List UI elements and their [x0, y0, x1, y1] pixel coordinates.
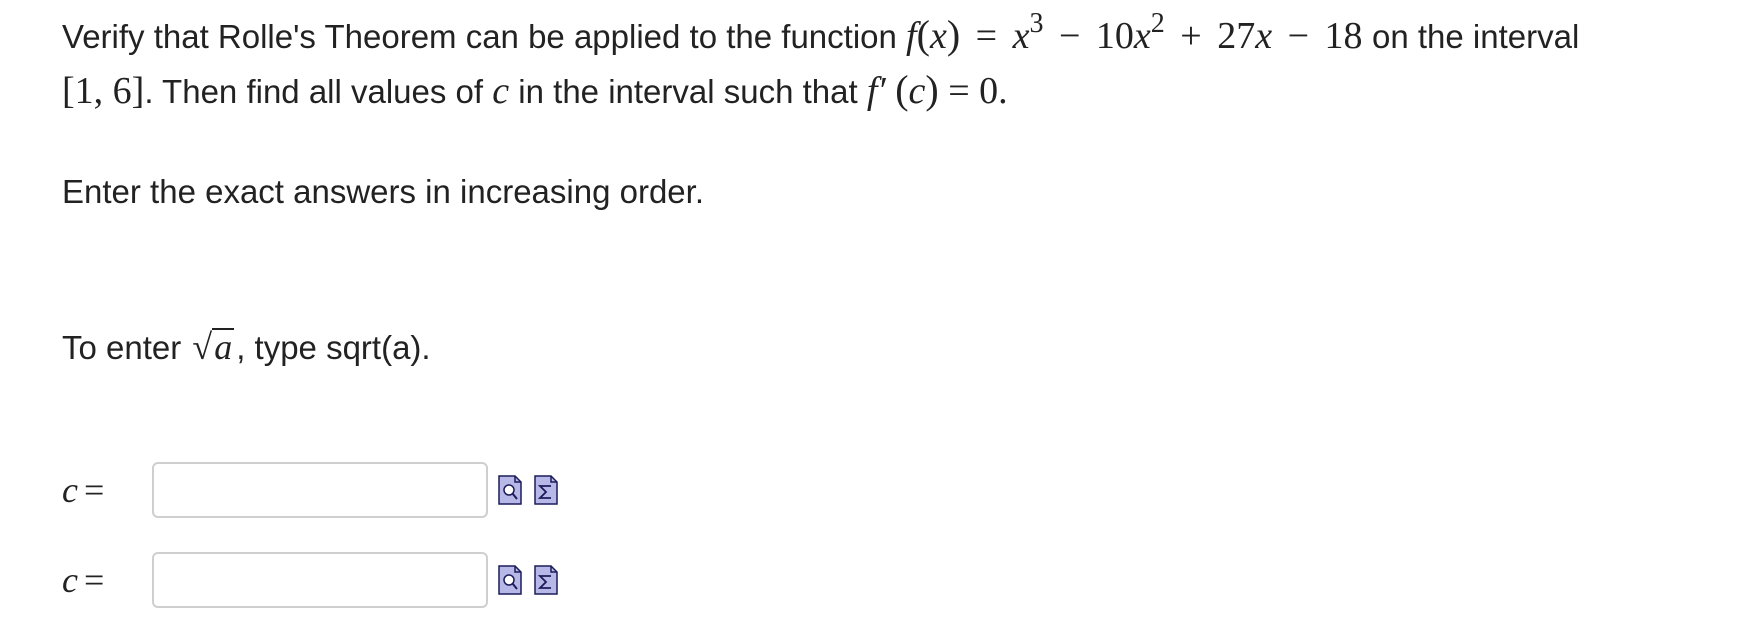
sqrt-variable: a — [212, 327, 235, 367]
sqrt-instruction: To enter √a, type sqrt(a). — [62, 325, 431, 370]
equation-editor-icon[interactable] — [534, 565, 558, 595]
derivative-equals-zero: = 0. — [948, 70, 1008, 112]
constant-term: 18 — [1324, 15, 1363, 57]
problem-statement: Verify that Rolle's Theorem can be appli… — [62, 8, 1752, 118]
function-argument: x — [929, 15, 947, 57]
minus-sign: − — [1058, 15, 1081, 57]
answer-label-2: c = — [62, 560, 105, 600]
term2-coefficient: 10 — [1095, 15, 1134, 57]
variable-c: c — [492, 70, 510, 112]
equation-editor-icon[interactable] — [534, 475, 558, 505]
preview-icon[interactable] — [498, 565, 522, 595]
derivative-name: f′ — [866, 70, 886, 112]
term3-base: x — [1255, 15, 1273, 57]
sqrt-instruction-suffix: , type sqrt(a). — [236, 329, 431, 366]
problem-text-then: . Then find all values of — [144, 73, 484, 110]
problem-line-2: [1, 6]. Then find all values of c in the… — [62, 63, 1752, 118]
term2-exponent: 2 — [1150, 8, 1165, 39]
derivative-expression: f′ (c) = 0. — [866, 67, 1008, 112]
answer-row-1: c = — [62, 460, 558, 520]
term1-exponent: 3 — [1029, 8, 1044, 39]
order-instruction: Enter the exact answers in increasing or… — [62, 173, 705, 210]
equals-sign: = — [975, 15, 998, 57]
problem-text-intro: Verify that Rolle's Theorem can be appli… — [62, 18, 897, 55]
problem-line-1: Verify that Rolle's Theorem can be appli… — [62, 8, 1752, 63]
interval-expression: [1, 6] — [62, 70, 145, 112]
term3-coefficient: 27 — [1217, 15, 1256, 57]
sqrt-example: √a — [192, 327, 235, 367]
sqrt-instruction-prefix: To enter — [62, 329, 182, 366]
answer-label-1: c = — [62, 470, 105, 510]
function-name: f — [906, 15, 917, 57]
preview-icon[interactable] — [498, 475, 522, 505]
problem-text-interval: on the interval — [1372, 18, 1580, 55]
answer-row-2: c = — [62, 550, 558, 610]
problem-text-such-that: in the interval such that — [518, 73, 858, 110]
derivative-argument: c — [908, 70, 926, 112]
term1-base: x — [1012, 15, 1030, 57]
term2-base: x — [1133, 15, 1151, 57]
answer-input-1[interactable] — [152, 462, 488, 518]
minus-sign-2: − — [1287, 15, 1310, 57]
answer-input-2[interactable] — [152, 552, 488, 608]
plus-sign: + — [1180, 15, 1202, 57]
function-expression: f(x) = x3 − 10x2 + 27x − 18 — [906, 8, 1363, 58]
